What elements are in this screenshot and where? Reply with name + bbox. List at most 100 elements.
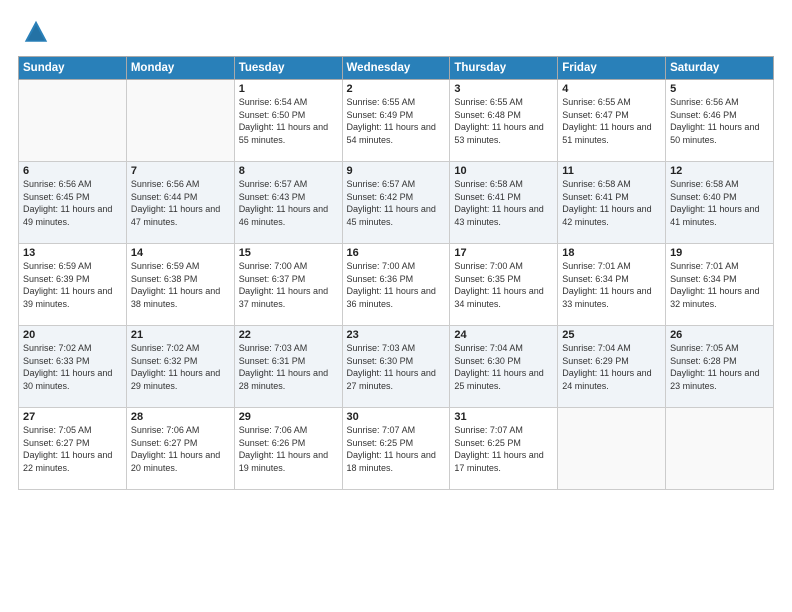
day-number: 10 [454, 165, 553, 177]
cell-details: Sunrise: 6:58 AMSunset: 6:40 PMDaylight:… [670, 178, 769, 228]
day-number: 29 [239, 411, 338, 423]
cell-details: Sunrise: 7:06 AMSunset: 6:27 PMDaylight:… [131, 424, 230, 474]
cell-details: Sunrise: 6:54 AMSunset: 6:50 PMDaylight:… [239, 96, 338, 146]
calendar-cell: 6Sunrise: 6:56 AMSunset: 6:45 PMDaylight… [19, 162, 127, 244]
day-number: 16 [347, 247, 446, 259]
calendar-cell [19, 80, 127, 162]
day-number: 3 [454, 83, 553, 95]
calendar-cell: 19Sunrise: 7:01 AMSunset: 6:34 PMDayligh… [666, 244, 774, 326]
day-number: 26 [670, 329, 769, 341]
calendar-cell: 28Sunrise: 7:06 AMSunset: 6:27 PMDayligh… [126, 408, 234, 490]
day-number: 17 [454, 247, 553, 259]
day-of-week-header: Sunday [19, 57, 127, 80]
calendar-cell: 24Sunrise: 7:04 AMSunset: 6:30 PMDayligh… [450, 326, 558, 408]
calendar-cell: 14Sunrise: 6:59 AMSunset: 6:38 PMDayligh… [126, 244, 234, 326]
calendar-cell: 15Sunrise: 7:00 AMSunset: 6:37 PMDayligh… [234, 244, 342, 326]
calendar-cell [558, 408, 666, 490]
calendar-cell: 13Sunrise: 6:59 AMSunset: 6:39 PMDayligh… [19, 244, 127, 326]
day-number: 11 [562, 165, 661, 177]
day-number: 1 [239, 83, 338, 95]
calendar-cell: 2Sunrise: 6:55 AMSunset: 6:49 PMDaylight… [342, 80, 450, 162]
logo [18, 18, 50, 46]
day-of-week-header: Wednesday [342, 57, 450, 80]
calendar-cell: 10Sunrise: 6:58 AMSunset: 6:41 PMDayligh… [450, 162, 558, 244]
calendar-cell: 22Sunrise: 7:03 AMSunset: 6:31 PMDayligh… [234, 326, 342, 408]
cell-details: Sunrise: 6:57 AMSunset: 6:42 PMDaylight:… [347, 178, 446, 228]
day-number: 22 [239, 329, 338, 341]
calendar-cell [126, 80, 234, 162]
calendar-cell: 31Sunrise: 7:07 AMSunset: 6:25 PMDayligh… [450, 408, 558, 490]
cell-details: Sunrise: 7:06 AMSunset: 6:26 PMDaylight:… [239, 424, 338, 474]
cell-details: Sunrise: 7:01 AMSunset: 6:34 PMDaylight:… [670, 260, 769, 310]
calendar-cell: 27Sunrise: 7:05 AMSunset: 6:27 PMDayligh… [19, 408, 127, 490]
calendar-cell: 11Sunrise: 6:58 AMSunset: 6:41 PMDayligh… [558, 162, 666, 244]
day-number: 27 [23, 411, 122, 423]
calendar-cell: 5Sunrise: 6:56 AMSunset: 6:46 PMDaylight… [666, 80, 774, 162]
day-number: 15 [239, 247, 338, 259]
cell-details: Sunrise: 7:00 AMSunset: 6:37 PMDaylight:… [239, 260, 338, 310]
day-number: 13 [23, 247, 122, 259]
day-number: 4 [562, 83, 661, 95]
calendar-week-row: 1Sunrise: 6:54 AMSunset: 6:50 PMDaylight… [19, 80, 774, 162]
calendar: SundayMondayTuesdayWednesdayThursdayFrid… [18, 56, 774, 490]
cell-details: Sunrise: 7:07 AMSunset: 6:25 PMDaylight:… [347, 424, 446, 474]
day-of-week-header: Monday [126, 57, 234, 80]
calendar-week-row: 27Sunrise: 7:05 AMSunset: 6:27 PMDayligh… [19, 408, 774, 490]
calendar-cell: 16Sunrise: 7:00 AMSunset: 6:36 PMDayligh… [342, 244, 450, 326]
cell-details: Sunrise: 7:02 AMSunset: 6:32 PMDaylight:… [131, 342, 230, 392]
calendar-cell: 30Sunrise: 7:07 AMSunset: 6:25 PMDayligh… [342, 408, 450, 490]
day-number: 7 [131, 165, 230, 177]
day-number: 6 [23, 165, 122, 177]
day-number: 25 [562, 329, 661, 341]
day-number: 8 [239, 165, 338, 177]
cell-details: Sunrise: 7:03 AMSunset: 6:30 PMDaylight:… [347, 342, 446, 392]
cell-details: Sunrise: 6:58 AMSunset: 6:41 PMDaylight:… [454, 178, 553, 228]
cell-details: Sunrise: 7:05 AMSunset: 6:28 PMDaylight:… [670, 342, 769, 392]
calendar-cell: 12Sunrise: 6:58 AMSunset: 6:40 PMDayligh… [666, 162, 774, 244]
cell-details: Sunrise: 7:00 AMSunset: 6:36 PMDaylight:… [347, 260, 446, 310]
day-number: 23 [347, 329, 446, 341]
day-number: 28 [131, 411, 230, 423]
calendar-cell: 3Sunrise: 6:55 AMSunset: 6:48 PMDaylight… [450, 80, 558, 162]
day-of-week-header: Tuesday [234, 57, 342, 80]
day-number: 12 [670, 165, 769, 177]
cell-details: Sunrise: 6:57 AMSunset: 6:43 PMDaylight:… [239, 178, 338, 228]
header [18, 18, 774, 46]
cell-details: Sunrise: 7:04 AMSunset: 6:30 PMDaylight:… [454, 342, 553, 392]
calendar-cell: 29Sunrise: 7:06 AMSunset: 6:26 PMDayligh… [234, 408, 342, 490]
cell-details: Sunrise: 7:02 AMSunset: 6:33 PMDaylight:… [23, 342, 122, 392]
calendar-cell: 18Sunrise: 7:01 AMSunset: 6:34 PMDayligh… [558, 244, 666, 326]
cell-details: Sunrise: 6:56 AMSunset: 6:46 PMDaylight:… [670, 96, 769, 146]
cell-details: Sunrise: 6:59 AMSunset: 6:39 PMDaylight:… [23, 260, 122, 310]
cell-details: Sunrise: 7:03 AMSunset: 6:31 PMDaylight:… [239, 342, 338, 392]
calendar-cell: 9Sunrise: 6:57 AMSunset: 6:42 PMDaylight… [342, 162, 450, 244]
day-of-week-header: Friday [558, 57, 666, 80]
cell-details: Sunrise: 6:59 AMSunset: 6:38 PMDaylight:… [131, 260, 230, 310]
calendar-cell: 1Sunrise: 6:54 AMSunset: 6:50 PMDaylight… [234, 80, 342, 162]
day-number: 21 [131, 329, 230, 341]
calendar-cell: 26Sunrise: 7:05 AMSunset: 6:28 PMDayligh… [666, 326, 774, 408]
day-number: 19 [670, 247, 769, 259]
cell-details: Sunrise: 6:55 AMSunset: 6:47 PMDaylight:… [562, 96, 661, 146]
calendar-week-row: 6Sunrise: 6:56 AMSunset: 6:45 PMDaylight… [19, 162, 774, 244]
cell-details: Sunrise: 6:56 AMSunset: 6:45 PMDaylight:… [23, 178, 122, 228]
day-number: 20 [23, 329, 122, 341]
day-number: 30 [347, 411, 446, 423]
day-of-week-header: Thursday [450, 57, 558, 80]
calendar-cell: 17Sunrise: 7:00 AMSunset: 6:35 PMDayligh… [450, 244, 558, 326]
cell-details: Sunrise: 7:01 AMSunset: 6:34 PMDaylight:… [562, 260, 661, 310]
cell-details: Sunrise: 7:05 AMSunset: 6:27 PMDaylight:… [23, 424, 122, 474]
day-of-week-header: Saturday [666, 57, 774, 80]
calendar-cell [666, 408, 774, 490]
day-number: 9 [347, 165, 446, 177]
day-number: 24 [454, 329, 553, 341]
cell-details: Sunrise: 7:00 AMSunset: 6:35 PMDaylight:… [454, 260, 553, 310]
calendar-cell: 8Sunrise: 6:57 AMSunset: 6:43 PMDaylight… [234, 162, 342, 244]
calendar-cell: 23Sunrise: 7:03 AMSunset: 6:30 PMDayligh… [342, 326, 450, 408]
calendar-cell: 4Sunrise: 6:55 AMSunset: 6:47 PMDaylight… [558, 80, 666, 162]
cell-details: Sunrise: 7:04 AMSunset: 6:29 PMDaylight:… [562, 342, 661, 392]
cell-details: Sunrise: 6:56 AMSunset: 6:44 PMDaylight:… [131, 178, 230, 228]
day-number: 14 [131, 247, 230, 259]
day-number: 2 [347, 83, 446, 95]
calendar-cell: 7Sunrise: 6:56 AMSunset: 6:44 PMDaylight… [126, 162, 234, 244]
